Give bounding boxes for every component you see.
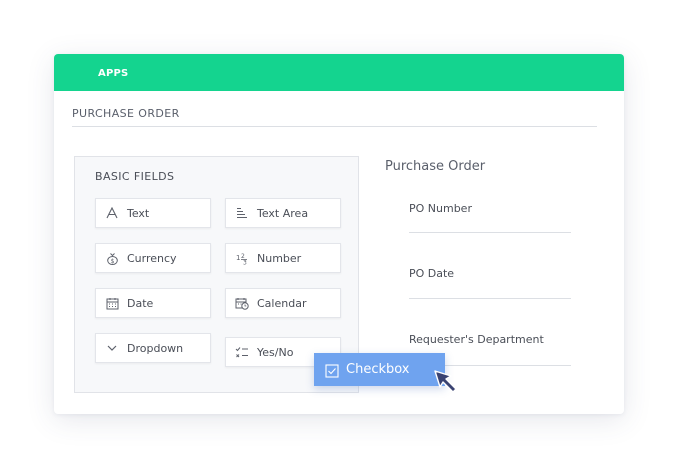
po-date-label: PO Date [409, 267, 455, 280]
text-icon [105, 206, 119, 220]
dragging-label: Checkbox [346, 362, 410, 377]
number-icon: 123 [235, 251, 249, 265]
field-label: Yes/No [257, 345, 294, 359]
requester-department-label: Requester's Department [409, 333, 544, 346]
chevron-down-icon [105, 341, 119, 355]
field-text[interactable]: Text [95, 198, 211, 228]
field-text-area[interactable]: Text Area [225, 198, 341, 228]
field-number[interactable]: 123 Number [225, 243, 341, 273]
page-title: PURCHASE ORDER [72, 107, 180, 120]
form-title: Purchase Order [385, 159, 486, 174]
field-label: Number [257, 251, 302, 265]
field-label: Dropdown [127, 341, 184, 355]
field-label: Text Area [257, 206, 309, 220]
title-divider [72, 126, 597, 127]
date-icon [105, 296, 119, 310]
field-label: Text [127, 206, 150, 220]
form-preview: Purchase Order PO Number PO Date Request… [385, 156, 605, 376]
top-bar: APPS [54, 54, 624, 91]
po-number-label: PO Number [409, 202, 472, 215]
svg-text:3: 3 [243, 259, 247, 265]
basic-fields-title: BASIC FIELDS [95, 170, 175, 183]
field-label: Date [127, 296, 154, 310]
po-number-field[interactable] [409, 232, 571, 233]
svg-text:1: 1 [236, 254, 240, 262]
calendar-icon [235, 296, 249, 310]
currency-icon: $ [105, 251, 119, 265]
checkbox-icon [325, 363, 339, 378]
cursor-arrow-icon [434, 370, 457, 393]
field-date[interactable]: Date [95, 288, 211, 318]
dragging-checkbox-field[interactable]: Checkbox [314, 353, 445, 386]
apps-menu[interactable]: APPS [98, 68, 128, 79]
field-label: Currency [127, 251, 177, 265]
yes-no-icon [235, 345, 249, 359]
field-calendar[interactable]: Calendar [225, 288, 341, 318]
field-dropdown[interactable]: Dropdown [95, 333, 211, 363]
field-currency[interactable]: $ Currency [95, 243, 211, 273]
text-area-icon [235, 206, 249, 220]
field-label: Calendar [257, 296, 307, 310]
svg-text:$: $ [110, 258, 114, 265]
po-date-field[interactable] [409, 298, 571, 299]
